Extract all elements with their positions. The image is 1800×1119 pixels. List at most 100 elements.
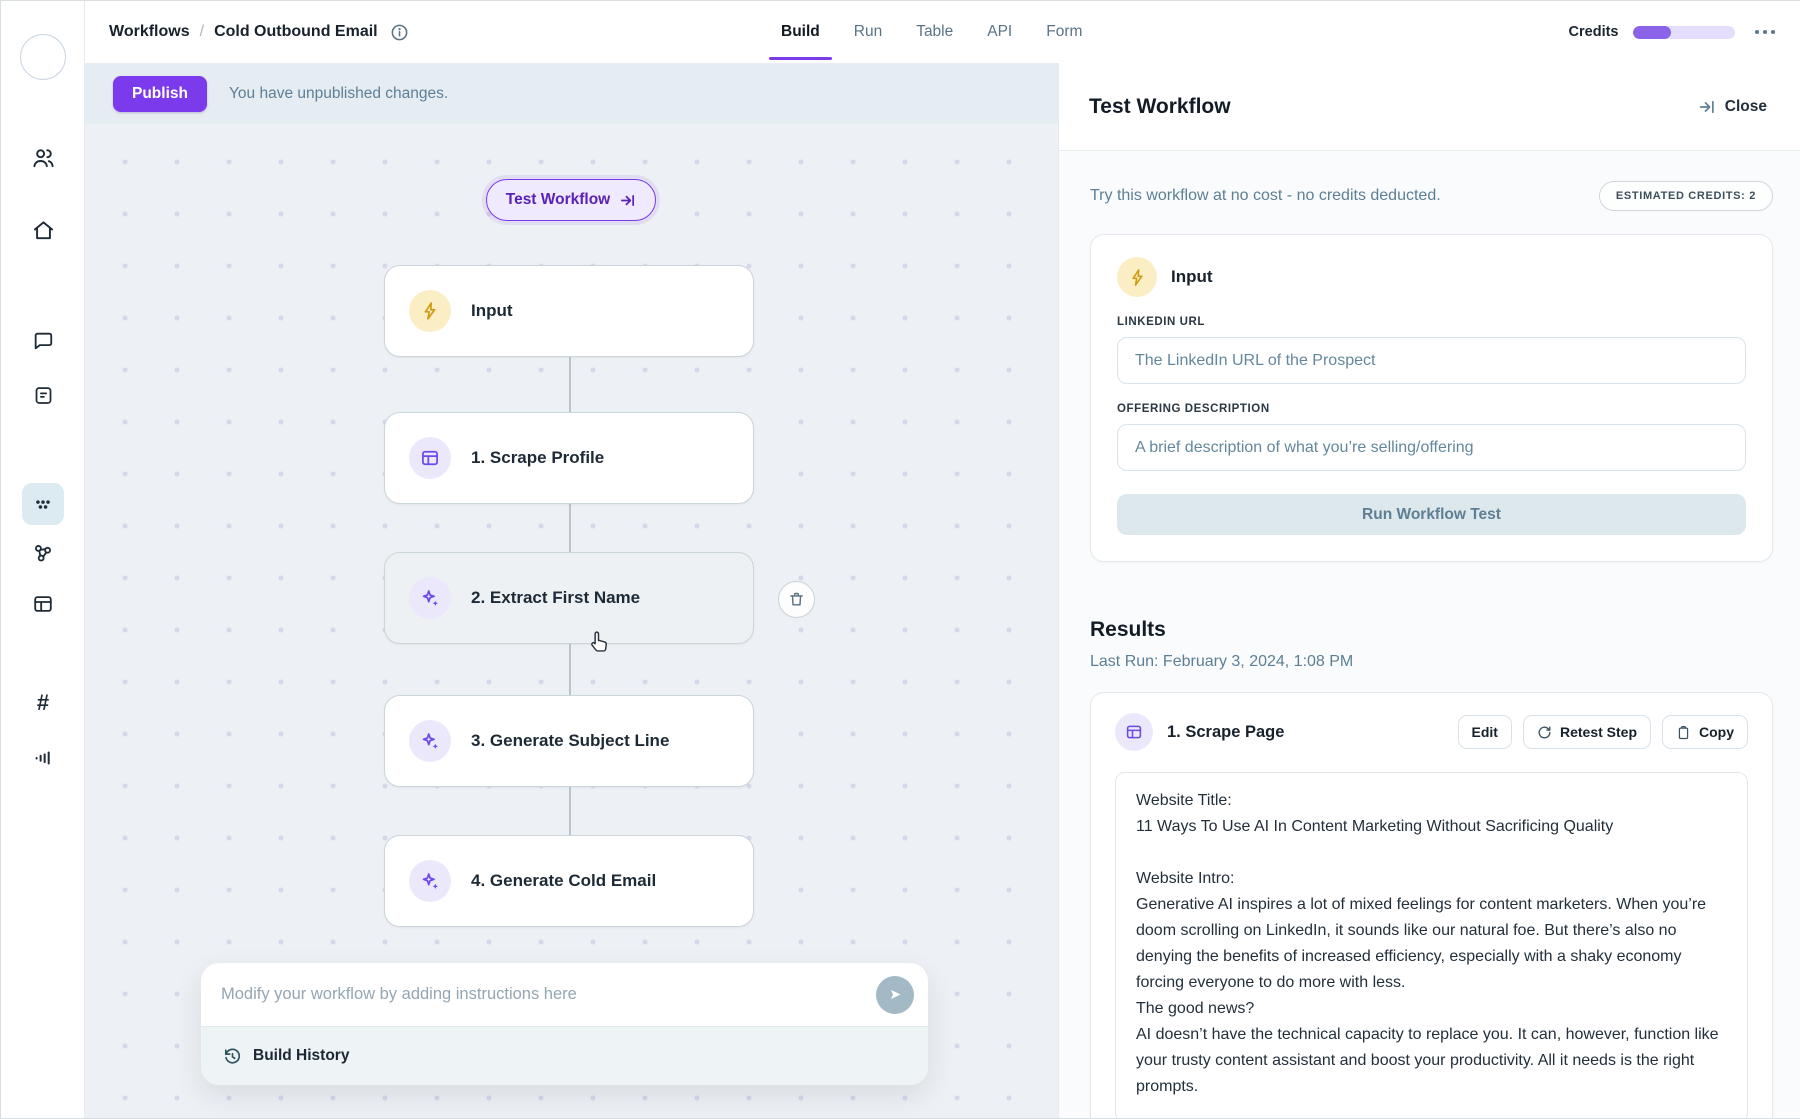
browser-icon <box>409 437 451 479</box>
breadcrumb-workflows[interactable]: Workflows <box>109 23 190 41</box>
more-options-icon[interactable] <box>1754 29 1775 35</box>
sidebar-item-notes[interactable] <box>22 374 64 416</box>
sparkles-icon <box>409 860 451 902</box>
close-panel-button[interactable]: Close <box>1698 98 1767 116</box>
refresh-icon <box>1538 726 1551 738</box>
run-arrow-icon <box>621 194 635 206</box>
delete-node-button[interactable] <box>778 581 815 618</box>
input-card-title: Input <box>1171 267 1213 286</box>
step-title: 1. Scrape Page <box>1167 722 1285 741</box>
node-label: 4. Generate Cold Email <box>471 871 657 890</box>
build-history-label: Build History <box>253 1047 350 1064</box>
home-icon <box>33 220 53 239</box>
node-input[interactable]: Input <box>384 265 754 357</box>
copy-step-button[interactable]: Copy <box>1662 715 1748 749</box>
last-run-timestamp: Last Run: February 3, 2024, 1:08 PM <box>1090 653 1354 670</box>
left-sidebar: # <box>1 1 85 1118</box>
history-icon <box>224 1048 241 1064</box>
offering-description-input[interactable] <box>1117 424 1746 471</box>
panel-header: Test Workflow Close <box>1059 63 1800 151</box>
breadcrumb: Workflows / Cold Outbound Email <box>85 23 409 42</box>
breadcrumb-separator: / <box>199 23 205 40</box>
sidebar-item-chat[interactable] <box>22 320 64 362</box>
retest-label: Retest Step <box>1559 724 1637 740</box>
edit-step-button[interactable]: Edit <box>1457 715 1512 749</box>
edit-label: Edit <box>1471 724 1498 740</box>
credits-label: Credits <box>1568 24 1619 40</box>
node-extract-first-name[interactable]: 2. Extract First Name <box>384 552 754 644</box>
test-workflow-button[interactable]: Test Workflow <box>486 179 656 221</box>
tab-run[interactable]: Run <box>852 1 884 63</box>
lightning-icon <box>1117 257 1157 297</box>
panel-title: Test Workflow <box>1089 94 1231 118</box>
sidebar-item-layout[interactable] <box>22 583 64 625</box>
view-tabs: Build Run Table API Form <box>769 1 1084 63</box>
run-workflow-test-button[interactable]: Run Workflow Test <box>1117 494 1746 535</box>
send-icon <box>890 989 900 1000</box>
hash-icon: # <box>36 690 50 715</box>
info-icon[interactable] <box>390 23 409 42</box>
node-scrape-profile[interactable]: 1. Scrape Profile <box>384 412 754 504</box>
no-cost-tagline: Try this workflow at no cost - no credit… <box>1090 187 1441 204</box>
workflow-composer: Build History <box>201 963 928 1085</box>
apps-dots-icon <box>36 500 50 509</box>
connector-line <box>569 357 571 412</box>
sidebar-item-hash[interactable]: # <box>22 682 64 724</box>
tab-build[interactable]: Build <box>769 1 832 63</box>
result-step-card: 1. Scrape Page Edit Retest Step Copy Web… <box>1090 692 1773 1118</box>
linkedin-url-input[interactable] <box>1117 337 1746 384</box>
team-icon <box>32 148 54 167</box>
retest-step-button[interactable]: Retest Step <box>1522 715 1651 749</box>
estimated-credits-badge: ESTIMATED CREDITS: 2 <box>1598 181 1773 211</box>
publish-button[interactable]: Publish <box>113 75 207 112</box>
test-workflow-panel: Test Workflow Close Try this workflow at… <box>1058 63 1800 1118</box>
offering-description-label: OFFERING DESCRIPTION <box>1117 403 1270 415</box>
node-label: 2. Extract First Name <box>471 588 641 607</box>
tab-form[interactable]: Form <box>1044 1 1084 63</box>
build-history-button[interactable]: Build History <box>201 1026 928 1085</box>
sparkles-icon <box>409 577 451 619</box>
node-generate-subject-line[interactable]: 3. Generate Subject Line <box>384 695 754 787</box>
workflow-nodes-icon <box>35 545 51 562</box>
node-label: 1. Scrape Profile <box>471 448 605 467</box>
sidebar-item-connections[interactable] <box>22 532 64 574</box>
lightning-icon <box>409 290 451 332</box>
top-bar: Workflows / Cold Outbound Email Build Ru… <box>85 1 1800 63</box>
sidebar-item-apps[interactable] <box>22 483 64 525</box>
collapse-right-icon <box>1699 100 1714 113</box>
workflow-canvas[interactable]: Test Workflow Input 1. Scrape Profile 2.… <box>85 124 1058 1118</box>
credits-progress-fill <box>1632 25 1672 39</box>
sidebar-item-home[interactable] <box>22 209 64 251</box>
sidebar-item-team[interactable] <box>22 137 64 179</box>
test-workflow-label: Test Workflow <box>505 191 611 208</box>
chat-bubble-icon <box>34 332 53 350</box>
unpublished-changes-note: You have unpublished changes. <box>228 84 449 102</box>
note-icon <box>35 386 51 404</box>
tab-table[interactable]: Table <box>914 1 955 63</box>
connector-line <box>569 504 571 552</box>
connector-line <box>569 644 571 695</box>
connector-line <box>569 787 571 835</box>
send-button[interactable] <box>876 975 914 1014</box>
usage-levels-icon <box>35 751 50 765</box>
test-input-card: Input LINKEDIN URL OFFERING DESCRIPTION … <box>1090 234 1773 562</box>
clipboard-icon <box>1678 725 1689 739</box>
node-label: Input <box>471 301 513 320</box>
avatar[interactable] <box>20 34 66 80</box>
workflow-canvas-column: Publish You have unpublished changes. Te… <box>85 63 1058 1118</box>
tab-api[interactable]: API <box>985 1 1014 63</box>
close-label: Close <box>1724 97 1767 115</box>
node-generate-cold-email[interactable]: 4. Generate Cold Email <box>384 835 754 927</box>
breadcrumb-page-title: Cold Outbound Email <box>214 23 378 40</box>
instructions-input[interactable] <box>221 985 876 1004</box>
step-output-text: Website Title: 11 Ways To Use AI In Cont… <box>1115 772 1748 1118</box>
trash-icon <box>790 592 803 606</box>
credits-progress-track <box>1632 25 1735 39</box>
publish-bar: Publish You have unpublished changes. <box>85 63 1058 124</box>
linkedin-url-label: LINKEDIN URL <box>1117 316 1206 328</box>
results-heading: Results <box>1090 618 1166 641</box>
sidebar-item-usage[interactable] <box>22 737 64 779</box>
panel-body: Try this workflow at no cost - no credit… <box>1059 151 1800 1118</box>
copy-label: Copy <box>1699 724 1734 740</box>
browser-icon <box>1115 713 1153 751</box>
